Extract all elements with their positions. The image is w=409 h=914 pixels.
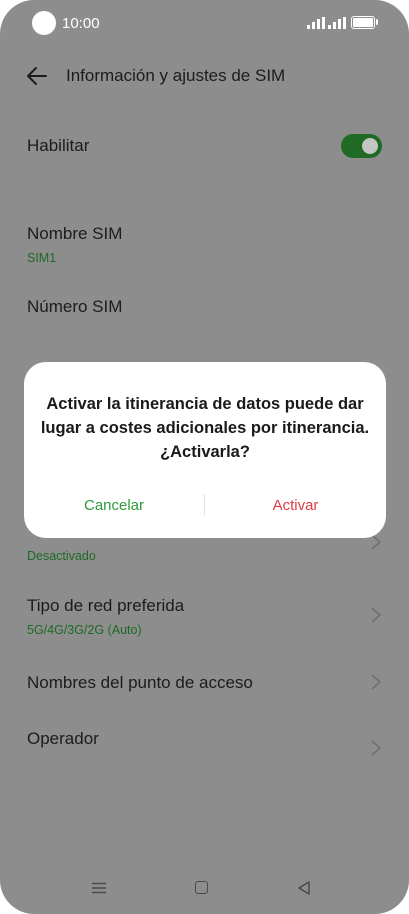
sim-name-value: SIM1 (27, 251, 57, 265)
chevron-right-icon (371, 607, 382, 623)
page-title: Información y ajustes de SIM (66, 66, 286, 85)
operator-label: Operador (27, 729, 99, 748)
back-triangle-icon[interactable] (297, 880, 311, 896)
activate-button[interactable]: Activar (205, 497, 386, 514)
battery-icon (351, 16, 375, 29)
camera-cutout (32, 11, 56, 35)
enable-toggle[interactable] (341, 134, 382, 158)
network-type-value: 5G/4G/3G/2G (Auto) (27, 623, 142, 637)
dialog-message: Activar la itinerancia de datos puede da… (40, 395, 370, 461)
status-bar: 10:00 (0, 0, 409, 46)
enable-label: Habilitar (27, 136, 90, 155)
sim-number-label[interactable]: Número SIM (27, 297, 122, 317)
chevron-right-icon (371, 674, 382, 690)
roaming-confirm-dialog: Activar la itinerancia de datos puede da… (24, 362, 386, 538)
phone-screen: 10:00 Información y ajustes de SIM Habil… (0, 0, 409, 914)
apn-label: Nombres del punto de acceso (27, 673, 253, 692)
network-type-label: Tipo de red preferida (27, 596, 185, 615)
menu-icon[interactable] (92, 882, 106, 894)
signal-icon (307, 17, 325, 29)
arrow-left-icon[interactable] (26, 66, 48, 86)
chevron-right-icon (371, 740, 382, 756)
status-time: 10:00 (62, 15, 100, 32)
battery-tip (376, 19, 378, 25)
signal-icon-sim2 (328, 17, 346, 29)
home-icon[interactable] (195, 881, 208, 894)
roaming-value: Desactivado (27, 549, 96, 563)
toggle-knob (362, 138, 378, 154)
sim-name-label: Nombre SIM (27, 224, 123, 243)
cancel-button[interactable]: Cancelar (24, 497, 204, 514)
